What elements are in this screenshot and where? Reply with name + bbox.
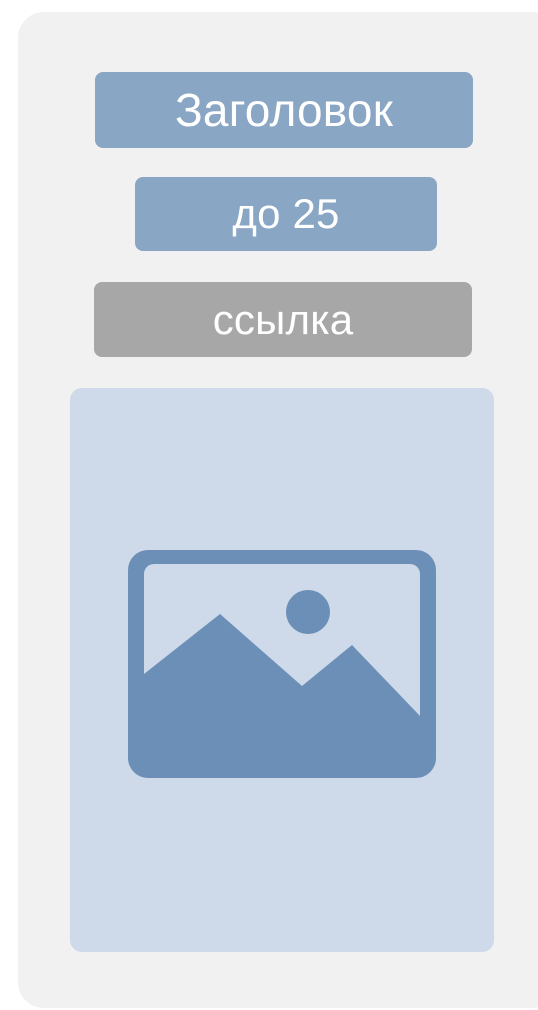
title-label[interactable]: Заголовок [95, 72, 473, 148]
link-button[interactable]: ссылка [94, 282, 472, 357]
character-limit-label[interactable]: до 25 [135, 177, 437, 251]
image-placeholder-icon [128, 550, 436, 778]
image-placeholder[interactable] [70, 388, 494, 952]
